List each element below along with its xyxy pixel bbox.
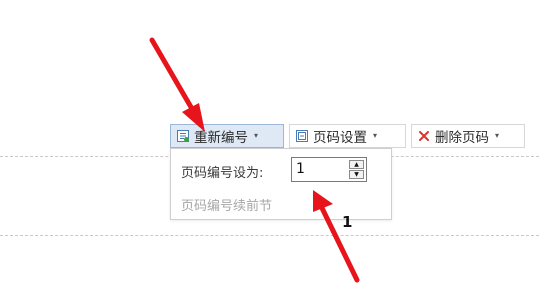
stepper-down-button[interactable]: ▼ [349,170,364,179]
chevron-down-icon: ▾ [373,131,378,140]
page-settings-label: 页码设置 [313,130,367,146]
page-number-input[interactable]: 1 [296,161,305,177]
caret-down-icon: ▼ [354,170,359,178]
page-number-text: 1 [342,213,353,231]
delete-label: 删除页码 [435,130,489,146]
renumber-button[interactable]: 重新编号 ▾ [170,124,284,148]
stepper-up-button[interactable]: ▲ [349,160,364,169]
stepper-arrows: ▲ ▼ [349,160,364,179]
page-number-stepper[interactable]: 1 ▲ ▼ [291,157,367,182]
annotation-arrow-top-icon [149,37,205,132]
chevron-down-icon: ▾ [495,131,500,140]
document-canvas: 重新编号 ▾ 页码设置 ▾ 删除页码 ▾ 页码编号设为: 1 ▲ ▼ 页码编号续… [0,0,539,286]
caret-up-icon: ▲ [354,160,359,168]
renumber-label: 重新编号 [194,130,248,146]
page-boundary-bottom [0,235,539,236]
continue-numbering-option: 页码编号续前节 [181,199,273,214]
delete-page-number-button[interactable]: 删除页码 ▾ [411,124,525,148]
page-number-settings-button[interactable]: 页码设置 ▾ [289,124,406,148]
page-settings-icon [295,129,309,143]
set-page-number-label: 页码编号设为: [181,166,264,181]
renumber-panel: 页码编号设为: 1 ▲ ▼ 页码编号续前节 [170,148,392,220]
close-icon [417,129,431,143]
chevron-down-icon: ▾ [254,131,259,140]
renumber-icon [176,129,190,143]
